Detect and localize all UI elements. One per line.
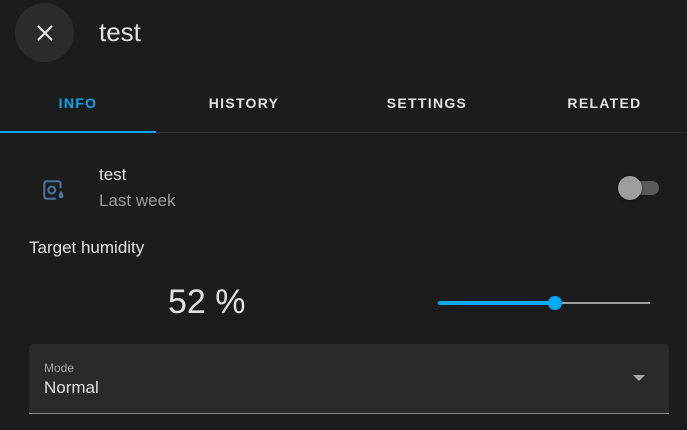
tab-history[interactable]: HISTORY bbox=[156, 74, 332, 132]
entity-name: test bbox=[99, 165, 127, 184]
tab-related[interactable]: RELATED bbox=[522, 74, 687, 132]
air-humidifier-icon bbox=[36, 172, 72, 208]
slider-fill bbox=[438, 301, 555, 305]
slider-thumb[interactable] bbox=[548, 296, 562, 310]
toggle-thumb bbox=[618, 176, 642, 200]
mode-label: Mode bbox=[44, 361, 75, 375]
close-button[interactable] bbox=[15, 3, 74, 62]
target-humidity-value: 52 % bbox=[168, 283, 246, 321]
close-icon bbox=[36, 24, 53, 41]
entity-last-changed: Last week bbox=[99, 191, 176, 210]
mode-select[interactable]: Mode Normal bbox=[29, 344, 669, 414]
target-humidity-label: Target humidity bbox=[29, 238, 145, 257]
tab-bar: INFO HISTORY SETTINGS RELATED bbox=[0, 74, 687, 133]
power-toggle[interactable] bbox=[617, 175, 663, 201]
dialog-title: test bbox=[99, 17, 141, 47]
tab-settings[interactable]: SETTINGS bbox=[332, 74, 522, 132]
target-humidity-slider[interactable] bbox=[438, 290, 650, 316]
chevron-down-icon bbox=[633, 375, 645, 381]
tab-info[interactable]: INFO bbox=[0, 74, 156, 133]
more-info-dialog: test INFO HISTORY SETTINGS RELATED test … bbox=[0, 0, 687, 430]
mode-value: Normal bbox=[44, 378, 99, 397]
dialog-header: test bbox=[0, 0, 687, 66]
